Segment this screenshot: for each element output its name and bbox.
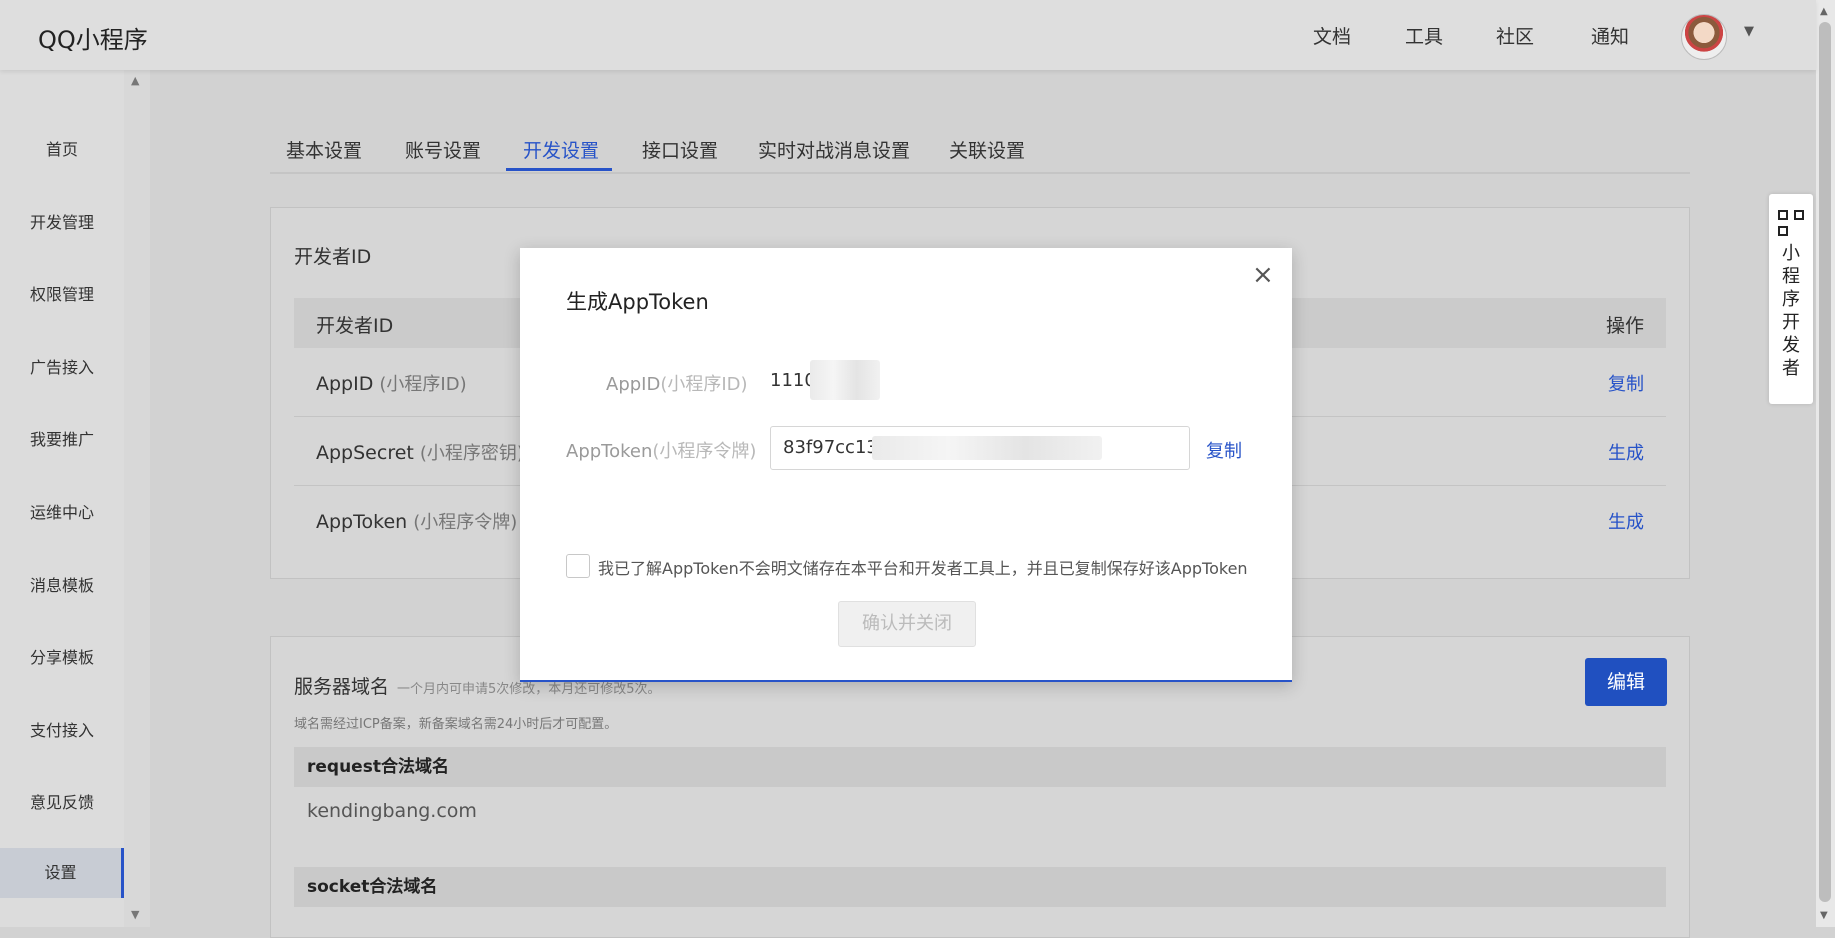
sidebar-item-settings[interactable]: 设置 (0, 848, 124, 898)
user-avatar[interactable] (1681, 14, 1727, 60)
tab-account[interactable]: 账号设置 (405, 136, 481, 163)
scroll-up-icon[interactable]: ▲ (1820, 6, 1828, 17)
sidebar-item-ops[interactable]: 运维中心 (0, 499, 124, 523)
sidebar-item-home[interactable]: 首页 (0, 136, 124, 160)
tab-development[interactable]: 开发设置 (523, 136, 599, 163)
page-scrollbar[interactable]: ▲ ▼ (1816, 0, 1835, 927)
chevron-down-icon[interactable]: ▼ (1744, 24, 1754, 39)
domain-note: 域名需经过ICP备案，新备案域名需24小时后才可配置。 (294, 717, 618, 732)
generate-appsecret-link[interactable]: 生成 (1608, 439, 1644, 465)
nav-tools[interactable]: 工具 (1405, 22, 1443, 49)
edit-button[interactable]: 编辑 (1585, 658, 1667, 706)
qr-code-icon (1778, 210, 1804, 236)
copy-appid-link[interactable]: 复制 (1608, 370, 1644, 396)
request-domain-value: kendingbang.com (307, 800, 477, 822)
top-header: QQ小程序 文档 工具 社区 通知 ▼ (0, 0, 1816, 70)
dialog-title: 生成AppToken (566, 290, 709, 314)
scroll-down-icon[interactable]: ▼ (1820, 910, 1828, 921)
sidebar-item-ads[interactable]: 广告接入 (0, 354, 124, 378)
sidebar-item-dev-management[interactable]: 开发管理 (0, 209, 124, 233)
panel-title: 开发者ID (294, 246, 372, 268)
row-key: AppSecret (小程序密钥) (316, 442, 524, 464)
nav-community[interactable]: 社区 (1496, 22, 1534, 49)
column-developer-id: 开发者ID (316, 315, 394, 337)
confirm-close-button[interactable]: 确认并关闭 (838, 601, 976, 647)
acknowledge-checkbox[interactable] (566, 554, 590, 578)
tab-realtime-battle[interactable]: 实时对战消息设置 (758, 136, 910, 163)
socket-domain-header: socket合法域名 (294, 867, 1666, 907)
sidebar-item-share-template[interactable]: 分享模板 (0, 644, 124, 668)
redacted-blur (810, 360, 880, 400)
nav-notifications[interactable]: 通知 (1591, 22, 1629, 49)
scroll-up-icon[interactable]: ▲ (131, 74, 139, 87)
scroll-down-icon[interactable]: ▼ (131, 908, 139, 921)
appid-label: AppID(小程序ID) (606, 374, 748, 395)
column-action: 操作 (1605, 315, 1644, 337)
tab-basic[interactable]: 基本设置 (286, 136, 362, 163)
sidebar-item-message-template[interactable]: 消息模板 (0, 572, 124, 596)
sidebar-item-permissions[interactable]: 权限管理 (0, 281, 124, 305)
generate-apptoken-link[interactable]: 生成 (1608, 508, 1644, 534)
sidebar-item-feedback[interactable]: 意见反馈 (0, 789, 124, 813)
sidebar-item-promotion[interactable]: 我要推广 (0, 426, 124, 450)
scrollbar-thumb[interactable] (1819, 22, 1831, 902)
sidebar: 首页 开发管理 权限管理 广告接入 我要推广 运维中心 消息模板 分享模板 支付… (0, 70, 124, 927)
acknowledge-text: 我已了解AppToken不会明文储存在本平台和开发者工具上，并且已复制保存好该A… (598, 559, 1248, 578)
tab-interface[interactable]: 接口设置 (642, 136, 718, 163)
apptoken-label: AppToken(小程序令牌) (566, 441, 757, 462)
close-icon[interactable]: × (1252, 260, 1274, 290)
row-key: AppID (小程序ID) (316, 373, 467, 395)
generate-apptoken-dialog: 生成AppToken × AppID(小程序ID) 1110 AppToken(… (520, 248, 1292, 682)
sidebar-item-payment[interactable]: 支付接入 (0, 717, 124, 741)
settings-tabs: 基本设置 账号设置 开发设置 接口设置 实时对战消息设置 关联设置 (270, 128, 1690, 174)
request-domain-header: request合法域名 (294, 747, 1666, 787)
redacted-blur (872, 436, 1102, 460)
active-tab-indicator (506, 168, 612, 171)
dev-float-label: 小程序开发者 (1782, 243, 1800, 379)
nav-docs[interactable]: 文档 (1313, 22, 1351, 49)
row-key: AppToken (小程序令牌) (316, 511, 518, 533)
mini-program-developer-float[interactable]: 小程序开发者 (1769, 194, 1813, 404)
appid-value: 1110 (770, 370, 816, 391)
copy-apptoken-link[interactable]: 复制 (1206, 437, 1242, 463)
sidebar-scrollbar[interactable]: ▲ ▼ (124, 70, 150, 927)
tab-association[interactable]: 关联设置 (949, 136, 1025, 163)
app-logo[interactable]: QQ小程序 (38, 20, 148, 55)
